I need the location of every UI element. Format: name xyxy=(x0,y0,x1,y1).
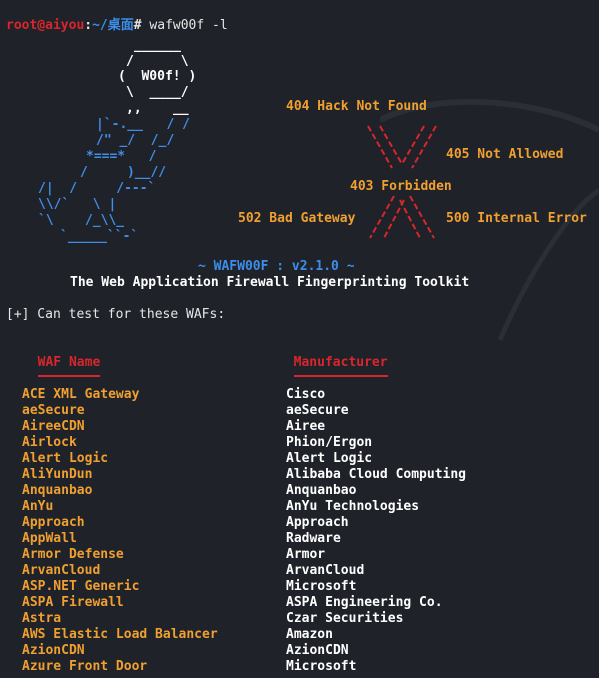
tagline: The Web Application Firewall Fingerprint… xyxy=(70,275,470,290)
manufacturer-cell: aeSecure xyxy=(286,403,349,418)
manufacturer-cell: AnYu Technologies xyxy=(286,499,420,514)
manufacturer-cell: Amazon xyxy=(286,627,333,642)
manufacturer-cell: Alibaba Cloud Computing xyxy=(286,467,467,482)
waf-name-cell: AzionCDN xyxy=(22,643,85,658)
error-403-label: 403 Forbidden xyxy=(350,179,452,194)
prompt-path: ~/桌面 xyxy=(92,18,134,33)
dog-art-line5: /| / /---` xyxy=(38,181,156,196)
manufacturer-cell: Approach xyxy=(286,515,349,530)
waf-name-cell: ASP.NET Generic xyxy=(22,579,140,594)
error-500-label: 500 Internal Error xyxy=(446,211,587,226)
waf-name-cell: ASPA Firewall xyxy=(22,595,124,610)
logo-bubble-line2: / \ xyxy=(126,54,189,69)
manufacturer-cell: Cisco xyxy=(286,387,326,402)
dog-art-line3: *===* / xyxy=(86,149,157,164)
manufacturer-cell: Alert Logic xyxy=(286,451,373,466)
logo-bubble-line4: \ ____/ xyxy=(126,85,189,100)
manufacturer-cell: Radware xyxy=(286,531,341,546)
error-405-label: 405 Not Allowed xyxy=(446,147,564,162)
waf-name-cell: Anquanbao xyxy=(22,483,93,498)
waf-name-cell: Approach xyxy=(22,515,85,530)
dog-art-line2: /" _/ /_/ xyxy=(96,133,175,148)
waf-name-cell: AppWall xyxy=(22,531,77,546)
waf-name-cell: Astra xyxy=(22,611,62,626)
waf-name-cell: AWS Elastic Load Balancer xyxy=(22,627,218,642)
prompt-command[interactable]: wafw00f -l xyxy=(142,18,227,33)
waf-name-cell: Airlock xyxy=(22,435,77,450)
manufacturer-cell: Microsoft xyxy=(286,579,357,594)
dog-art-line1: |`-.__ / / xyxy=(96,117,190,132)
waf-name-cell: ACE XML Gateway xyxy=(22,387,140,402)
waf-name-cell: Azure Front Door xyxy=(22,659,148,674)
intro-text: [+] Can test for these WAFs: xyxy=(6,307,226,322)
manufacturer-header-label: Manufacturer xyxy=(293,355,388,377)
waf-name-cell: AireeCDN xyxy=(22,419,85,434)
version-banner: ~ WAFW00F : v2.1.0 ~ xyxy=(198,259,355,274)
column-header-waf-name: WAF Name xyxy=(22,339,101,377)
manufacturer-cell: ASPA Engineering Co. xyxy=(286,595,443,610)
manufacturer-cell: Phion/Ergon xyxy=(286,435,373,450)
waf-name-cell: ArvanCloud xyxy=(22,563,101,578)
prompt-user: root@aiyou xyxy=(6,18,85,33)
manufacturer-cell: ArvanCloud xyxy=(286,563,365,578)
waf-name-cell: aeSecure xyxy=(22,403,85,418)
logo-bubble-line3: ( W00f! ) xyxy=(118,69,197,84)
error-404-label: 404 Hack Not Found xyxy=(286,99,427,114)
logo-bubble-line5: ,, __ xyxy=(126,101,189,116)
error-502-label: 502 Bad Gateway xyxy=(238,211,356,226)
dog-art-line7: `\ /_\\_ xyxy=(38,213,125,228)
manufacturer-cell: Microsoft xyxy=(286,659,357,674)
dog-art-line6: \\/` \ | xyxy=(38,197,117,212)
column-header-manufacturer: Manufacturer xyxy=(278,339,388,377)
manufacturer-cell: AzionCDN xyxy=(286,643,349,658)
dog-art-line4: / )__// xyxy=(80,165,167,180)
terminal-prompt: root@aiyou:~/桌面# wafw00f -l xyxy=(6,2,228,34)
waf-name-cell: AnYu xyxy=(22,499,54,514)
waf-name-cell: Alert Logic xyxy=(22,451,109,466)
logo-bubble-line1: ______ xyxy=(134,38,181,53)
prompt-separator: : xyxy=(84,18,93,33)
dog-art-line8: `_____``-` xyxy=(60,229,139,244)
prompt-symbol: # xyxy=(133,18,142,33)
waf-name-cell: Armor Defense xyxy=(22,547,124,562)
manufacturer-cell: Anquanbao xyxy=(286,483,357,498)
manufacturer-cell: Airee xyxy=(286,419,326,434)
waf-name-header-label: WAF Name xyxy=(37,355,101,377)
waf-name-cell: AliYunDun xyxy=(22,467,93,482)
manufacturer-cell: Armor xyxy=(286,547,326,562)
manufacturer-cell: Czar Securities xyxy=(286,611,404,626)
